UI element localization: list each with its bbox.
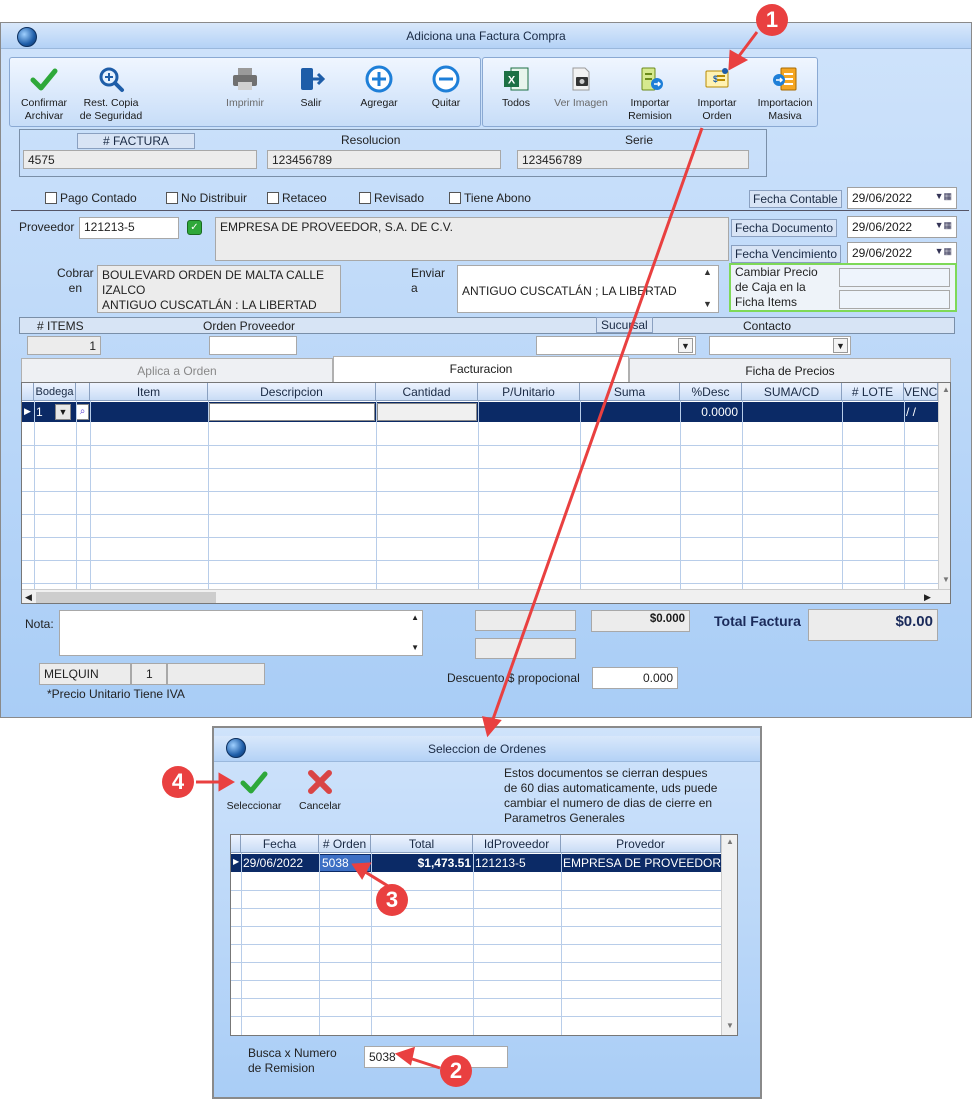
arrow-1-head — [728, 49, 749, 71]
callout-2: 2 — [440, 1055, 472, 1087]
callout-3: 3 — [376, 884, 408, 916]
arrow-connector — [490, 127, 704, 723]
arrow-2-head — [394, 1046, 416, 1066]
annotation-arrows — [196, 31, 759, 1070]
callout-1: 1 — [756, 4, 788, 36]
callout-4: 4 — [162, 766, 194, 798]
arrow-4-head — [218, 772, 235, 792]
arrow-3-head — [351, 862, 372, 880]
arrow-connector-head — [481, 716, 502, 738]
